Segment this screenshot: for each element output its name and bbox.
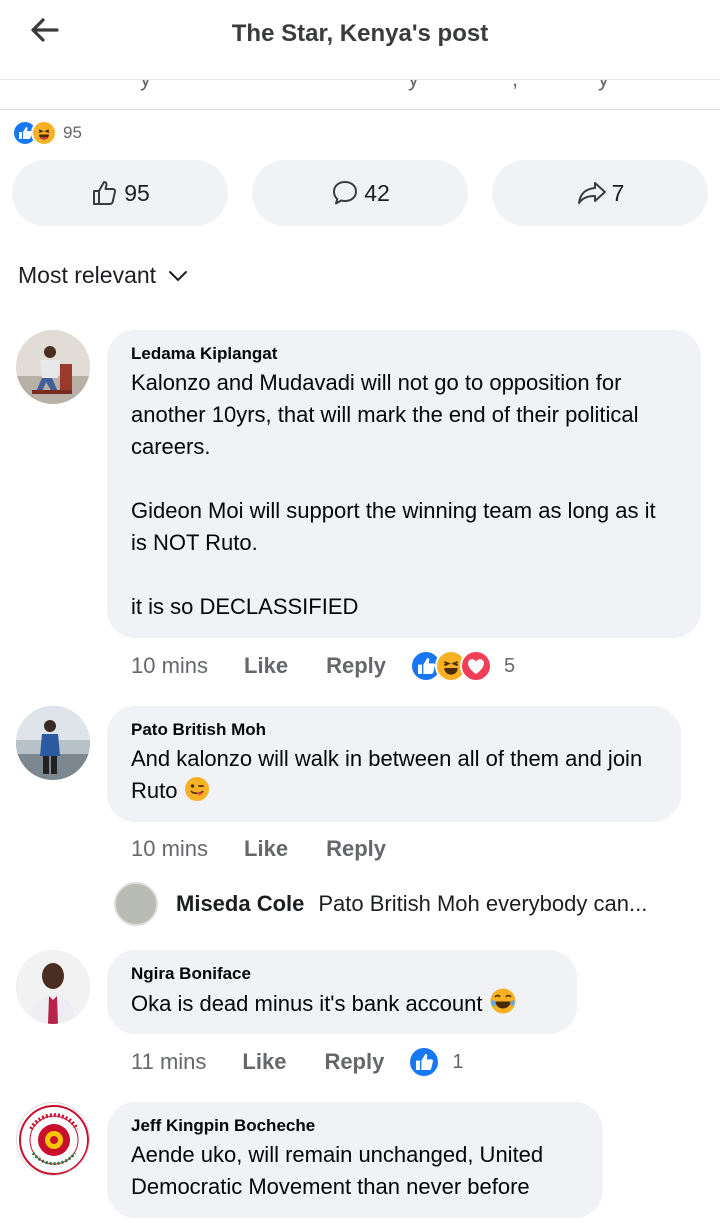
comment-reply-button[interactable]: Reply [326,836,386,862]
winking-tongue-emoji-icon [184,777,209,801]
comment-button[interactable]: 42 [252,160,468,226]
comment-like-button[interactable]: Like [242,1049,286,1075]
comment-time[interactable]: 10 mins [131,836,208,862]
like-count: 95 [124,179,150,206]
like-reaction-icon [408,1046,441,1078]
share-count: 7 [611,179,625,206]
chevron-down-icon [169,270,188,281]
comment-bubble[interactable]: Pato British Moh And kalonzo will walk i… [107,706,681,822]
comment-author[interactable]: Jeff Kingpin Bocheche [131,1116,579,1136]
comment-actions: 10 mins Like Reply 5 [131,650,515,682]
comment-text-wrap: And kalonzo will walk in between all of … [131,743,657,807]
reply-preview[interactable]: Miseda Cole Pato British Moh everybody c… [114,882,647,926]
kenyans-for-ruto-logo-icon [19,1105,89,1175]
comment-text: Oka is dead minus it's bank account [131,991,483,1016]
tears-of-joy-emoji-icon [490,988,516,1014]
comment-reply-button[interactable]: Reply [324,1049,384,1075]
comment-text: Kalonzo and Mudavadi will not go to oppo… [131,370,656,619]
comment-text-wrap: Oka is dead minus it's bank account [131,987,553,1020]
comment-author[interactable]: Ledama Kiplangat [131,344,677,364]
love-reaction-icon [460,650,492,682]
page-title: The Star, Kenya's post [231,20,489,47]
comment-count: 42 [364,179,390,206]
comment-bubble[interactable]: Ledama Kiplangat Kalonzo and Mudavadi wi… [107,330,701,638]
comment-bubble-icon [333,181,358,205]
comment-actions: 11 mins Like Reply 1 [131,1046,463,1078]
reply-snippet: Pato British Moh everybody can... [318,891,648,916]
reply-author[interactable]: Miseda Cole [176,891,304,917]
comment-time[interactable]: 11 mins [131,1049,206,1075]
sort-label: Most relevant [18,262,157,288]
like-button[interactable]: 95 [12,160,228,226]
comment-reaction-count: 1 [452,1050,464,1073]
share-button[interactable]: 7 [492,160,708,226]
comment-author[interactable]: Ngira Boniface [131,964,553,984]
comment-reactions[interactable]: 5 [410,650,515,682]
comment-text: Aende uko, will remain unchanged, United… [131,1142,544,1199]
share-arrow-icon [577,182,606,204]
comment-bubble[interactable]: Jeff Kingpin Bocheche Aende uko, will re… [107,1102,603,1218]
comment-author[interactable]: Pato British Moh [131,720,657,740]
comment-reply-button[interactable]: Reply [326,653,386,679]
comment-like-button[interactable]: Like [244,836,288,862]
comment-sort-dropdown[interactable]: Most relevant [18,262,188,289]
comment-like-button[interactable]: Like [244,653,288,679]
reaction-total: 95 [63,123,82,142]
avatar[interactable] [16,330,90,404]
avatar[interactable] [114,882,158,926]
avatar[interactable] [16,706,90,780]
comment-actions: 10 mins Like Reply [131,836,424,862]
avatar[interactable] [16,950,90,1024]
top-bar: The Star, Kenya's post [0,0,720,80]
comments-screen: The Star, Kenya's post y' y, y 95 95 42 [0,0,720,1223]
avatar[interactable] [16,1102,90,1176]
post-caption-cutoff: y' y, y [0,80,720,110]
comment-reaction-count: 5 [504,654,516,677]
comment-time[interactable]: 10 mins [131,653,208,679]
reaction-summary[interactable]: 95 [12,120,82,146]
comment-bubble[interactable]: Ngira Boniface Oka is dead minus it's ba… [107,950,577,1034]
haha-reaction-icon [31,120,57,146]
thumbs-up-icon [93,181,117,205]
comment-reactions[interactable]: 1 [408,1046,463,1078]
